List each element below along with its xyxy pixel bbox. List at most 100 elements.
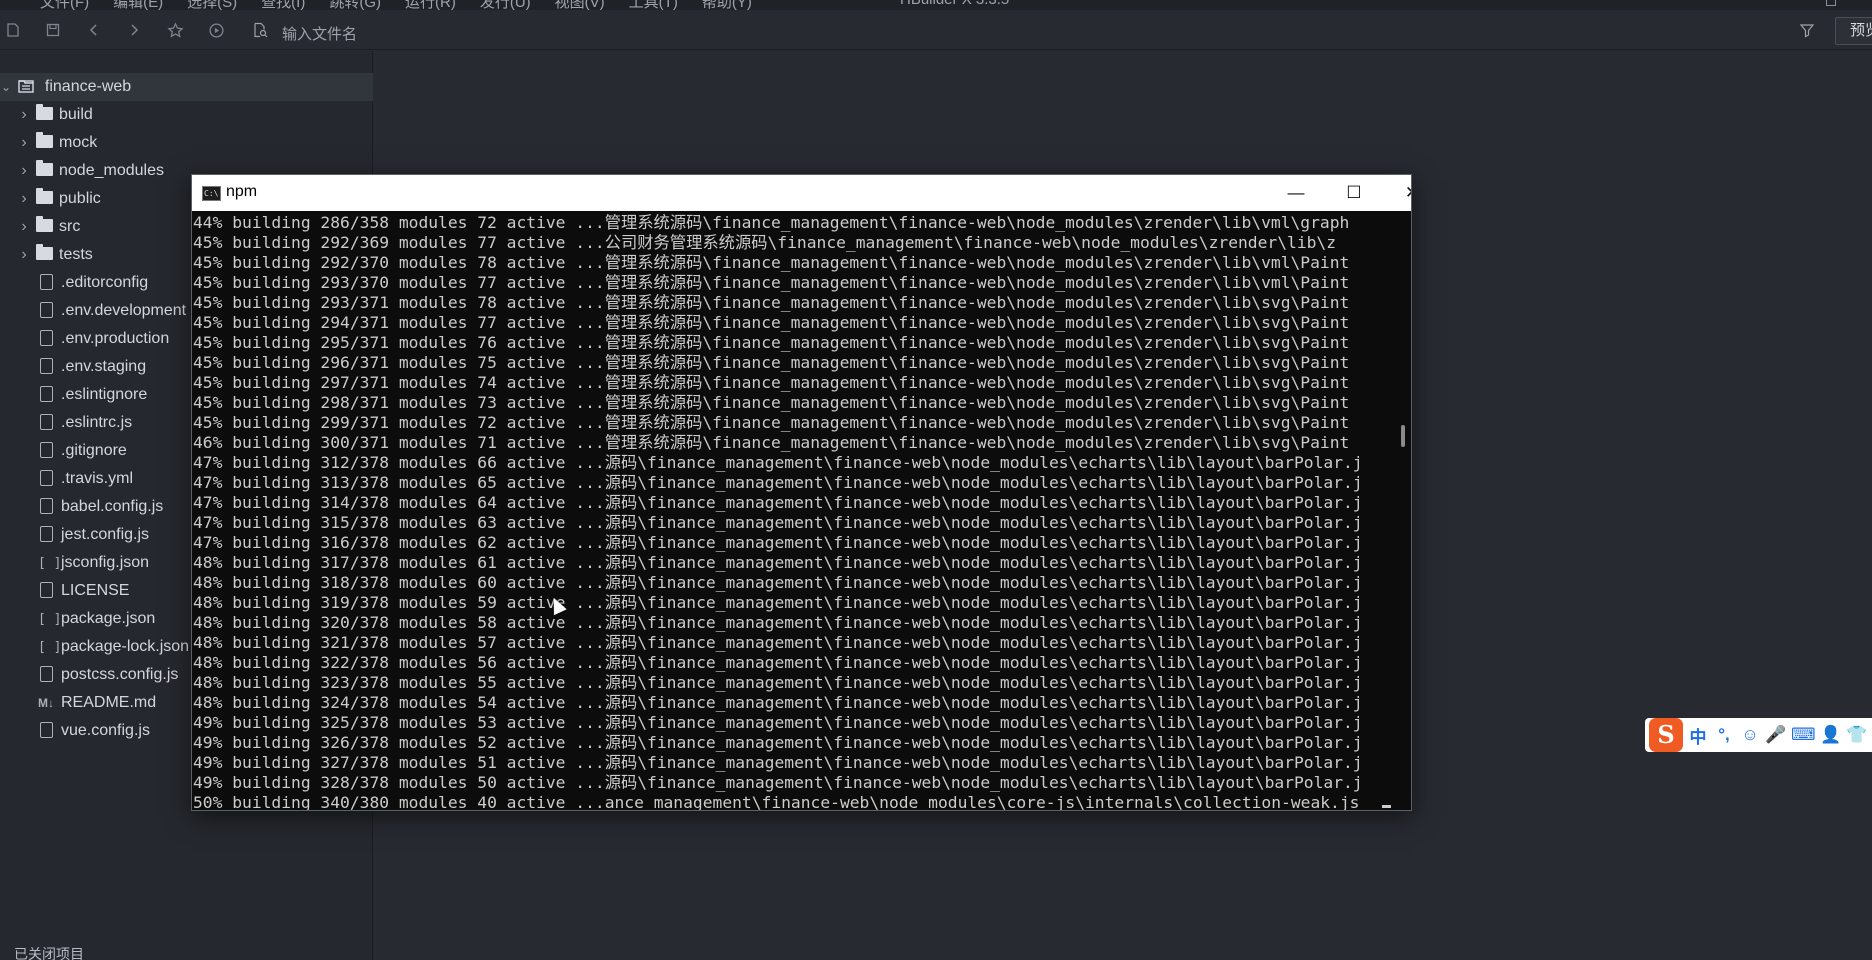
console-line: 45% building 297/371 modules 74 active .… <box>193 373 1350 392</box>
console-line: 47% building 315/378 modules 63 active .… <box>193 513 1363 532</box>
console-line: 48% building 323/378 modules 55 active .… <box>193 673 1363 692</box>
menu-item[interactable]: 查找(I) <box>261 0 305 10</box>
tree-item[interactable]: › src <box>0 213 80 241</box>
tree-item[interactable]: › tests <box>0 241 93 269</box>
preview-button[interactable]: 预览 <box>1835 17 1872 45</box>
chevron-right-icon[interactable]: › <box>18 241 30 269</box>
ime-chinese-mode[interactable]: 中 <box>1687 723 1709 748</box>
console-line: 45% building 296/371 modules 75 active .… <box>193 353 1350 372</box>
npm-titlebar[interactable]: C:\ npm — ☐ ✕ <box>192 175 1411 211</box>
console-line: 48% building 319/378 modules 59 active .… <box>193 593 1363 612</box>
chevron-down-icon[interactable]: ⌄ <box>0 73 12 101</box>
window-restore-icon[interactable] <box>1826 0 1836 6</box>
menu-item[interactable]: 视图(V) <box>555 0 605 10</box>
tree-item[interactable]: › public <box>0 185 101 213</box>
tree-item-label: package.json <box>61 610 156 627</box>
file-search-input[interactable]: 输入文件名 <box>282 23 357 44</box>
menu-item[interactable]: 工具(T) <box>629 0 678 10</box>
console-line: 45% building 299/371 modules 72 active .… <box>193 413 1350 432</box>
project-root-row[interactable]: ⌄ finance-web <box>0 73 131 101</box>
ime-user-icon[interactable]: 👤 <box>1820 725 1842 745</box>
project-root-label: finance-web <box>44 78 132 95</box>
tree-item[interactable]: › build <box>0 101 93 129</box>
tree-item-label: jest.config.js <box>61 526 150 543</box>
tree-item[interactable]: postcss.config.js <box>0 661 178 689</box>
tree-item[interactable]: › node_modules <box>0 157 164 185</box>
filter-icon[interactable] <box>1798 22 1816 40</box>
file-icon <box>40 582 53 598</box>
console-line: 47% building 312/378 modules 66 active .… <box>193 453 1363 472</box>
ime-skin-icon[interactable]: 👕 <box>1846 725 1868 745</box>
tree-item[interactable]: .eslintignore <box>0 381 147 409</box>
menu-item[interactable]: 编辑(E) <box>113 0 163 10</box>
menu-list: 文件(F) 编辑(E) 选择(S) 查找(I) 跳转(G) 运行(R) 发行(U) 视图(V)… <box>40 0 752 10</box>
file-icon <box>40 442 53 458</box>
tree-item[interactable]: vue.config.js <box>0 717 150 745</box>
tree-item[interactable]: [ ]jsconfig.json <box>0 549 149 577</box>
chevron-right-icon[interactable]: › <box>18 213 30 241</box>
tree-item[interactable]: .env.production <box>0 325 169 353</box>
js-file-icon <box>40 414 53 430</box>
tree-item[interactable]: LICENSE <box>0 577 129 605</box>
console-line: 48% building 321/378 modules 57 active .… <box>193 633 1363 652</box>
file-icon <box>40 274 53 290</box>
menu-item[interactable]: 文件(F) <box>40 0 89 10</box>
menu-item[interactable]: 跳转(G) <box>329 0 381 10</box>
ime-logo-icon[interactable]: S <box>1649 718 1683 752</box>
tree-item[interactable]: .travis.yml <box>0 465 133 493</box>
menu-item[interactable]: 发行(U) <box>480 0 531 10</box>
tree-item[interactable]: .editorconfig <box>0 269 148 297</box>
menu-item[interactable]: 运行(R) <box>405 0 456 10</box>
chevron-right-icon[interactable]: › <box>18 101 30 129</box>
new-file-icon[interactable] <box>4 22 22 40</box>
tree-item[interactable]: [ ]package-lock.json <box>0 633 189 661</box>
folder-icon <box>36 216 53 232</box>
npm-console-window[interactable]: C:\ npm — ☐ ✕ 44% building 286/358 modul… <box>191 174 1412 811</box>
console-line: 45% building 293/371 modules 78 active .… <box>193 293 1350 312</box>
tree-item[interactable]: .env.development <box>0 297 186 325</box>
tree-item[interactable]: M↓ README.md <box>0 689 156 717</box>
file-icon <box>40 470 53 486</box>
tree-item-label: .editorconfig <box>61 274 149 291</box>
console-line: 45% building 298/371 modules 73 active .… <box>193 393 1350 412</box>
chevron-right-icon[interactable]: › <box>18 185 30 213</box>
folder-icon <box>36 244 53 260</box>
console-line: 44% building 286/358 modules 72 active .… <box>193 213 1350 232</box>
save-icon[interactable] <box>44 22 62 40</box>
star-icon[interactable] <box>166 22 184 40</box>
ime-emoji-icon[interactable]: ☺ <box>1739 725 1761 745</box>
ime-punctuation-icon[interactable]: °, <box>1713 725 1735 745</box>
menu-item[interactable]: 帮助(Y) <box>702 0 752 10</box>
tree-item[interactable]: › mock <box>0 129 97 157</box>
chevron-right-icon[interactable]: › <box>18 129 30 157</box>
ime-voice-icon[interactable]: 🎤 <box>1765 725 1787 745</box>
tree-item-label: public <box>59 190 101 207</box>
console-scrollbar-thumb[interactable] <box>1401 425 1405 447</box>
closed-projects-label[interactable]: 已关闭项目 <box>14 944 84 960</box>
tree-item[interactable]: .gitignore <box>0 437 127 465</box>
tree-item[interactable]: .env.staging <box>0 353 146 381</box>
console-cursor <box>1382 805 1391 808</box>
ime-keyboard-icon[interactable]: ⌨ <box>1791 725 1816 745</box>
run-icon[interactable] <box>207 22 225 40</box>
maximize-button[interactable]: ☐ <box>1325 175 1383 211</box>
back-icon[interactable] <box>85 22 103 40</box>
console-line: 46% building 300/371 modules 71 active .… <box>193 433 1350 452</box>
tree-item[interactable]: .eslintrc.js <box>0 409 132 437</box>
minimize-button[interactable]: — <box>1267 175 1325 211</box>
console-line: 47% building 316/378 modules 62 active .… <box>193 533 1363 552</box>
project-root[interactable]: ⌄ finance-web <box>0 73 373 101</box>
console-scrollbar[interactable] <box>1393 211 1411 810</box>
file-search-icon <box>251 22 269 40</box>
console-line: 48% building 318/378 modules 60 active .… <box>193 573 1363 592</box>
tree-item[interactable]: [ ]package.json <box>0 605 155 633</box>
console-line: 50% building 340/380 modules 40 active .… <box>193 793 1360 811</box>
menu-item[interactable]: 选择(S) <box>187 0 237 10</box>
chevron-right-icon[interactable]: › <box>18 157 30 185</box>
npm-console-output[interactable]: 44% building 286/358 modules 72 active .… <box>192 211 1393 811</box>
tree-item[interactable]: jest.config.js <box>0 521 149 549</box>
close-button[interactable]: ✕ <box>1383 175 1411 211</box>
forward-icon[interactable] <box>125 22 143 40</box>
tree-item[interactable]: babel.config.js <box>0 493 163 521</box>
console-line: 45% building 294/371 modules 77 active .… <box>193 313 1350 332</box>
